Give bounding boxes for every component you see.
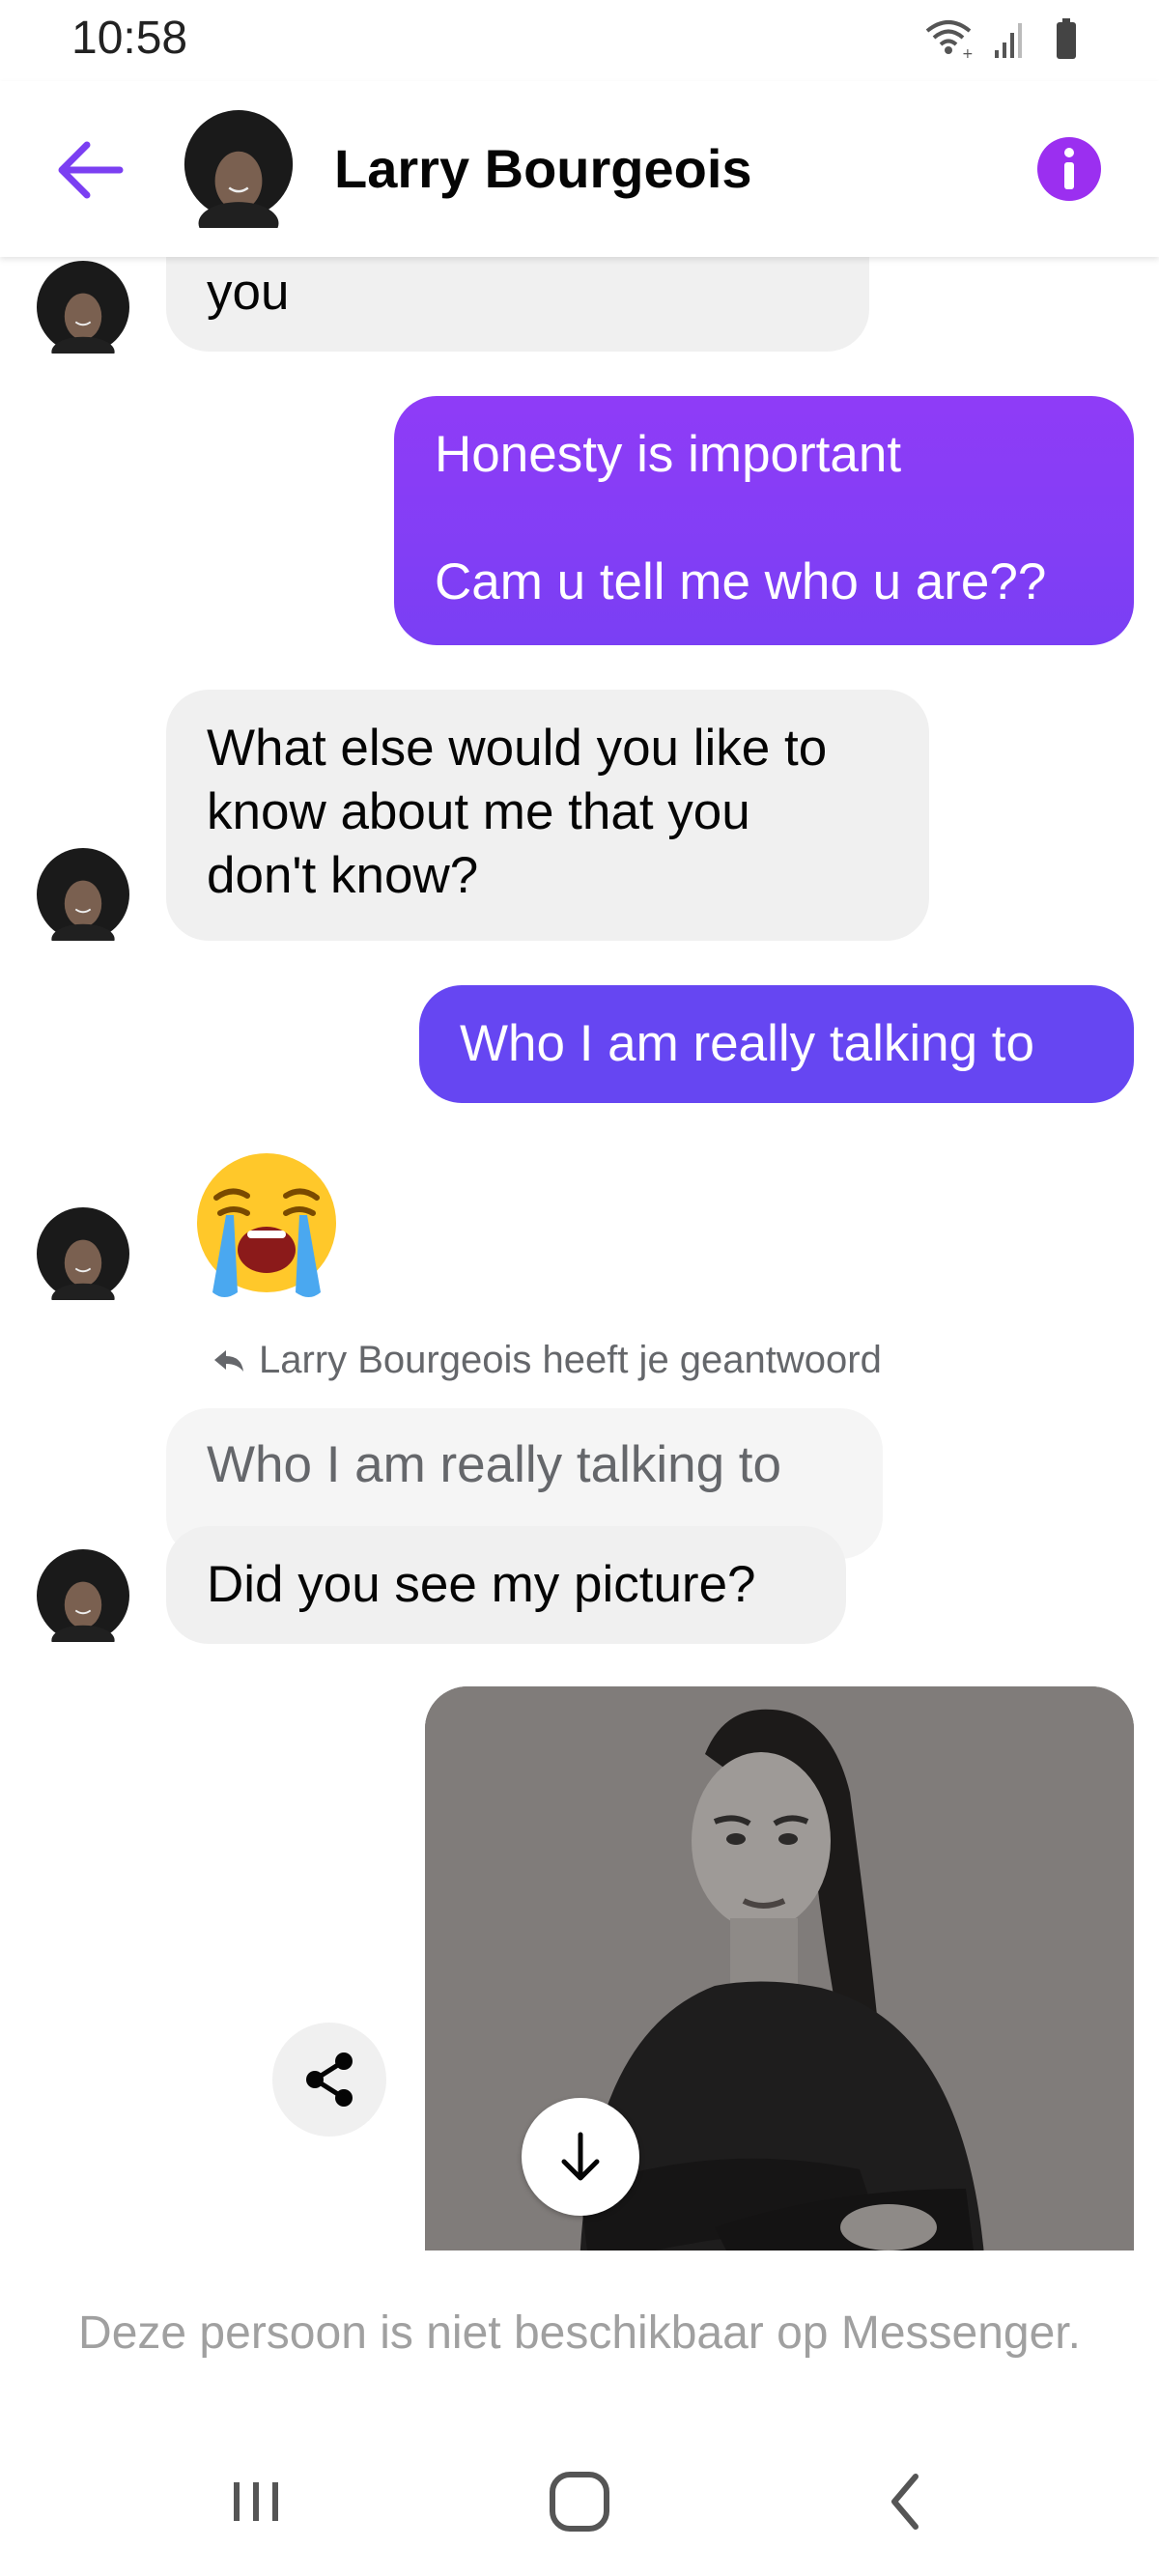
- conversation-header: Larry Bourgeois: [0, 81, 1159, 257]
- contact-avatar[interactable]: [180, 110, 297, 228]
- download-button[interactable]: [522, 2098, 639, 2216]
- message-bubble-incoming[interactable]: What else would you like to know about m…: [166, 690, 929, 941]
- back-icon[interactable]: [883, 2471, 929, 2533]
- status-time: 10:58: [71, 13, 188, 64]
- battery-icon: [1057, 18, 1076, 59]
- avatar[interactable]: [37, 1549, 129, 1642]
- unavailable-notice: Deze persoon is niet beschikbaar op Mess…: [78, 2307, 1081, 2359]
- system-nav-bar: [0, 2444, 1159, 2576]
- crying-face-emoji[interactable]: [187, 1149, 346, 1304]
- message-text: Did you see my picture?: [207, 1556, 756, 1613]
- status-icons: +: [925, 18, 1076, 62]
- reply-icon: [211, 1343, 249, 1381]
- signal-icon: [995, 23, 1022, 58]
- status-bar: 10:58 +: [0, 0, 1159, 81]
- reply-label: Larry Bourgeois heeft je geantwoord: [259, 1339, 882, 1381]
- download-arrow-icon: [561, 2132, 600, 2181]
- message-bubble-incoming[interactable]: Did you see my picture?: [166, 1526, 846, 1644]
- recent-apps-icon[interactable]: [228, 2473, 286, 2531]
- wifi-icon: +: [925, 20, 974, 62]
- share-button[interactable]: [272, 2023, 386, 2137]
- message-text: Who I am really talking to: [460, 1015, 1035, 1072]
- message-text: you: [207, 264, 290, 321]
- avatar[interactable]: [37, 1207, 129, 1300]
- avatar[interactable]: [37, 848, 129, 941]
- home-icon[interactable]: [547, 2471, 614, 2533]
- message-bubble-outgoing[interactable]: Honesty is important Cam u tell me who u…: [394, 396, 1134, 645]
- contact-name[interactable]: Larry Bourgeois: [334, 137, 752, 200]
- back-arrow-icon[interactable]: [52, 139, 129, 201]
- message-text: Honesty is important Cam u tell me who u…: [435, 426, 1047, 610]
- info-icon[interactable]: [1035, 135, 1103, 203]
- share-icon: [306, 2052, 353, 2107]
- avatar[interactable]: [37, 261, 129, 354]
- message-text: What else would you like to know about m…: [207, 720, 828, 904]
- quoted-message-text: Who I am really talking to: [207, 1436, 782, 1493]
- svg-text:+: +: [962, 46, 974, 62]
- message-bubble-outgoing[interactable]: Who I am really talking to: [419, 985, 1134, 1103]
